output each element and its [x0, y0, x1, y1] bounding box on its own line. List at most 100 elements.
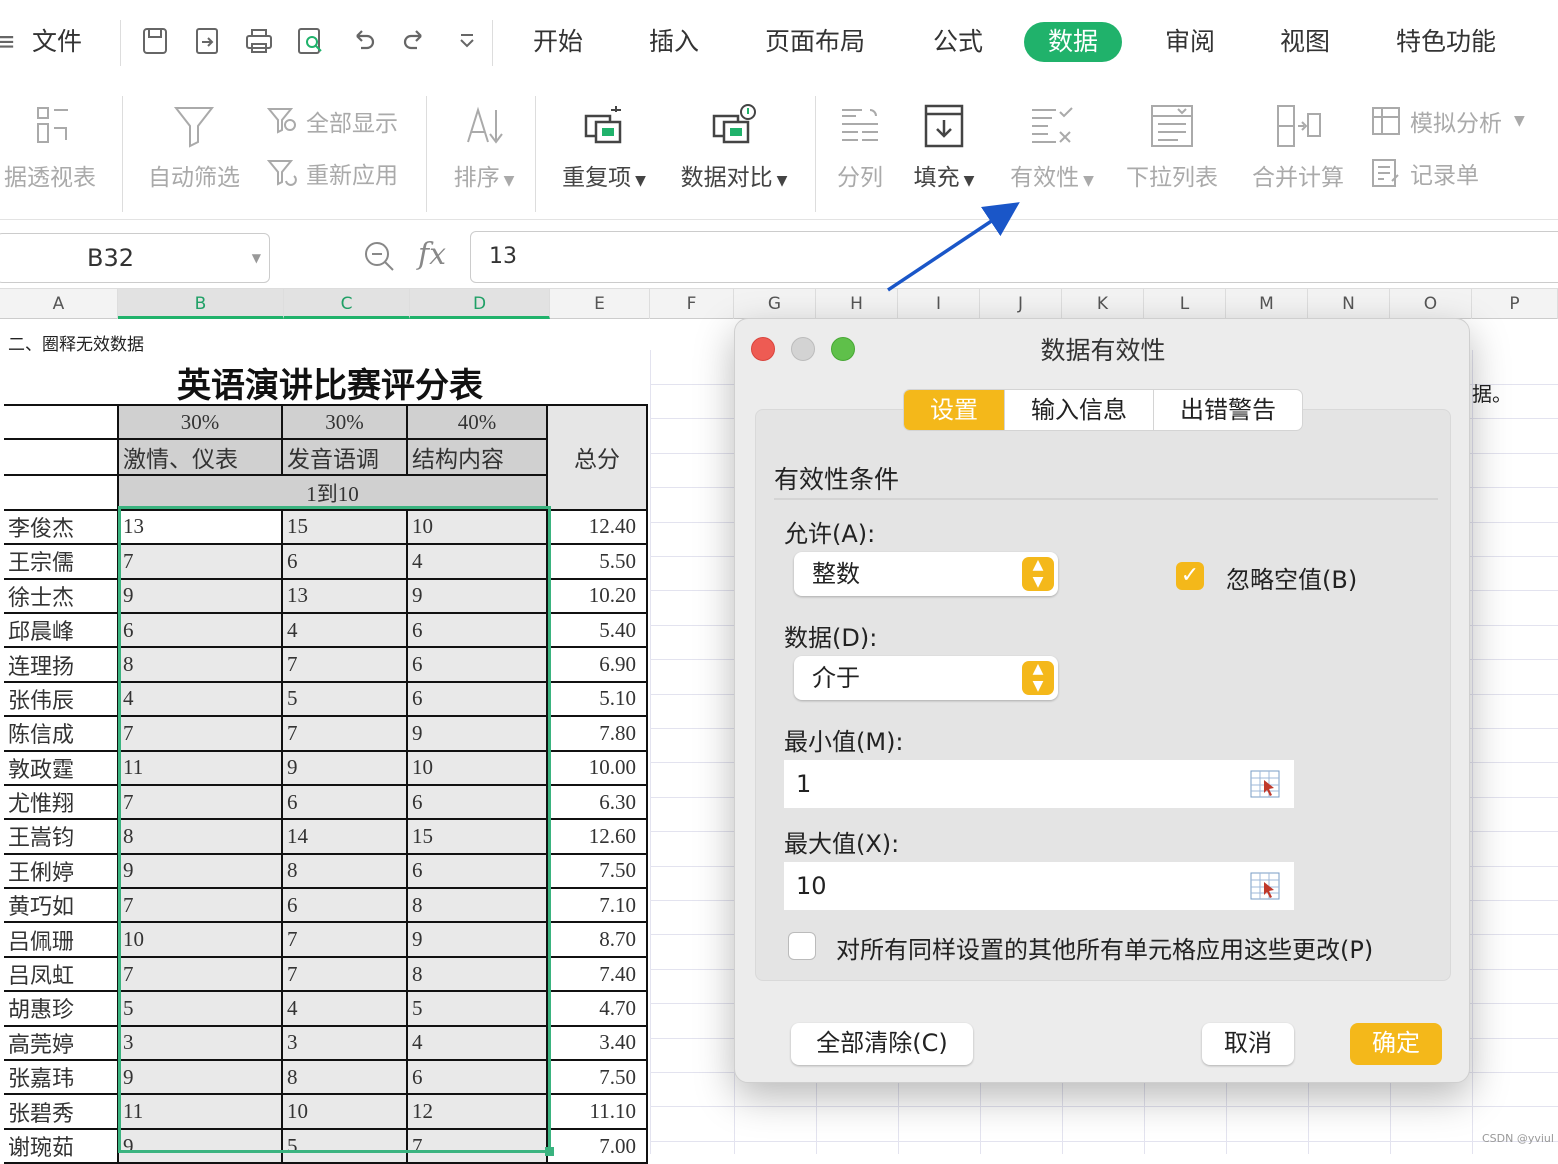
- score-cell-b[interactable]: 9: [117, 1059, 283, 1096]
- score-cell-d[interactable]: 9: [406, 577, 548, 614]
- score-cell-b[interactable]: 6: [117, 611, 283, 649]
- score-cell-b[interactable]: 13: [117, 508, 283, 546]
- column-header-f[interactable]: F: [650, 289, 734, 319]
- column-header-n[interactable]: N: [1308, 289, 1390, 319]
- formula-input[interactable]: 13: [470, 231, 1558, 283]
- name-cell[interactable]: 王俐婷: [4, 852, 119, 890]
- column-header-g[interactable]: G: [734, 289, 816, 319]
- name-cell[interactable]: 尤惟翔: [4, 783, 119, 821]
- score-cell-c[interactable]: 14: [281, 818, 408, 855]
- total-header[interactable]: 总分: [546, 404, 648, 511]
- tab-home[interactable]: 开始: [509, 22, 607, 62]
- score-cell-b[interactable]: 10: [117, 921, 283, 958]
- score-cell-d[interactable]: 10: [406, 749, 548, 786]
- score-cell-d[interactable]: 6: [406, 611, 548, 649]
- text-to-columns-button[interactable]: 分列: [830, 102, 890, 192]
- total-cell[interactable]: 5.50: [546, 543, 648, 580]
- column-header-h[interactable]: H: [816, 289, 898, 319]
- score-cell-c[interactable]: 3: [281, 1024, 408, 1062]
- tab-error-alert[interactable]: 出错警告: [1154, 390, 1302, 430]
- range-note[interactable]: 1到10: [117, 474, 548, 511]
- score-cell-d[interactable]: 5: [406, 990, 548, 1027]
- maximum-input[interactable]: 10: [784, 862, 1294, 910]
- fill-handle[interactable]: [545, 1147, 554, 1156]
- name-cell[interactable]: 邱晨峰: [4, 611, 119, 649]
- score-cell-d[interactable]: 7: [406, 1127, 548, 1164]
- score-cell-b[interactable]: 8: [117, 646, 283, 683]
- score-cell-b[interactable]: 9: [117, 852, 283, 890]
- name-cell[interactable]: 张伟辰: [4, 680, 119, 718]
- tab-input-message[interactable]: 输入信息: [1005, 390, 1154, 430]
- what-if-analysis-button[interactable]: 模拟分析 ▼: [1370, 104, 1525, 138]
- score-cell-c[interactable]: 7: [281, 955, 408, 993]
- tab-insert[interactable]: 插入: [625, 22, 723, 62]
- criteria-c[interactable]: 发音语调: [281, 438, 408, 477]
- total-cell[interactable]: 8.70: [546, 921, 648, 958]
- total-cell[interactable]: 10.00: [546, 749, 648, 786]
- export-icon[interactable]: [192, 26, 222, 58]
- score-cell-c[interactable]: 8: [281, 852, 408, 890]
- total-cell[interactable]: 10.20: [546, 577, 648, 614]
- pivot-table-button[interactable]: 据透视表: [0, 102, 100, 192]
- tab-data[interactable]: 数据: [1024, 22, 1123, 62]
- tab-review[interactable]: 审阅: [1141, 22, 1239, 62]
- total-cell[interactable]: 11.10: [546, 1093, 648, 1130]
- reapply-button[interactable]: 重新应用: [266, 156, 398, 190]
- column-header-b[interactable]: B: [118, 289, 284, 319]
- score-cell-c[interactable]: 6: [281, 543, 408, 580]
- total-cell[interactable]: 5.40: [546, 611, 648, 649]
- name-cell[interactable]: 黄巧如: [4, 887, 119, 924]
- score-cell-b[interactable]: 5: [117, 990, 283, 1027]
- print-preview-icon[interactable]: [296, 26, 326, 58]
- weight-c[interactable]: 30%: [281, 403, 408, 441]
- score-cell-b[interactable]: 4: [117, 680, 283, 718]
- score-cell-c[interactable]: 4: [281, 990, 408, 1027]
- save-icon[interactable]: [140, 26, 170, 58]
- score-cell-c[interactable]: 7: [281, 646, 408, 683]
- score-cell-c[interactable]: 7: [281, 921, 408, 958]
- name-cell[interactable]: 王嵩钧: [4, 818, 119, 855]
- total-cell[interactable]: 12.60: [546, 818, 648, 855]
- weight-d[interactable]: 40%: [406, 403, 548, 441]
- header-cell-empty[interactable]: [4, 474, 119, 511]
- show-all-button[interactable]: 全部显示: [266, 104, 398, 138]
- chevron-down-icon[interactable]: ▼: [252, 234, 261, 282]
- name-cell[interactable]: 谢琬茹: [4, 1127, 119, 1164]
- name-cell[interactable]: 连理扬: [4, 646, 119, 683]
- score-cell-d[interactable]: 6: [406, 783, 548, 821]
- total-cell[interactable]: 5.10: [546, 680, 648, 718]
- total-cell[interactable]: 4.70: [546, 990, 648, 1027]
- total-cell[interactable]: 3.40: [546, 1024, 648, 1062]
- score-cell-b[interactable]: 8: [117, 818, 283, 855]
- score-cell-b[interactable]: 3: [117, 1024, 283, 1062]
- score-cell-d[interactable]: 10: [406, 508, 548, 546]
- allow-select[interactable]: 整数 ▲ ▼: [794, 552, 1058, 596]
- customize-chevron-icon[interactable]: [452, 26, 482, 58]
- score-cell-c[interactable]: 5: [281, 680, 408, 718]
- score-cell-b[interactable]: 11: [117, 749, 283, 786]
- tab-special-features[interactable]: 特色功能: [1372, 22, 1520, 62]
- print-icon[interactable]: [244, 26, 274, 58]
- consolidate-button[interactable]: 合并计算: [1246, 102, 1350, 192]
- column-header-k[interactable]: K: [1062, 289, 1144, 319]
- score-cell-b[interactable]: 9: [117, 1127, 283, 1164]
- column-header-o[interactable]: O: [1390, 289, 1472, 319]
- score-cell-d[interactable]: 15: [406, 818, 548, 855]
- score-cell-c[interactable]: 15: [281, 508, 408, 546]
- ignore-blank-checkbox[interactable]: ✓: [1176, 562, 1204, 590]
- score-cell-b[interactable]: 7: [117, 783, 283, 821]
- apply-to-all-checkbox[interactable]: [788, 932, 816, 960]
- name-cell[interactable]: 王宗儒: [4, 543, 119, 580]
- score-cell-c[interactable]: 4: [281, 611, 408, 649]
- column-header-a[interactable]: A: [0, 289, 118, 319]
- score-cell-c[interactable]: 6: [281, 887, 408, 924]
- column-header-l[interactable]: L: [1144, 289, 1226, 319]
- score-cell-d[interactable]: 4: [406, 543, 548, 580]
- score-cell-d[interactable]: 12: [406, 1093, 548, 1130]
- name-cell[interactable]: 陈信成: [4, 715, 119, 752]
- weight-b[interactable]: 30%: [117, 403, 283, 441]
- tab-view[interactable]: 视图: [1256, 22, 1354, 62]
- score-cell-b[interactable]: 7: [117, 543, 283, 580]
- score-cell-d[interactable]: 4: [406, 1024, 548, 1062]
- name-cell[interactable]: 胡惠珍: [4, 990, 119, 1027]
